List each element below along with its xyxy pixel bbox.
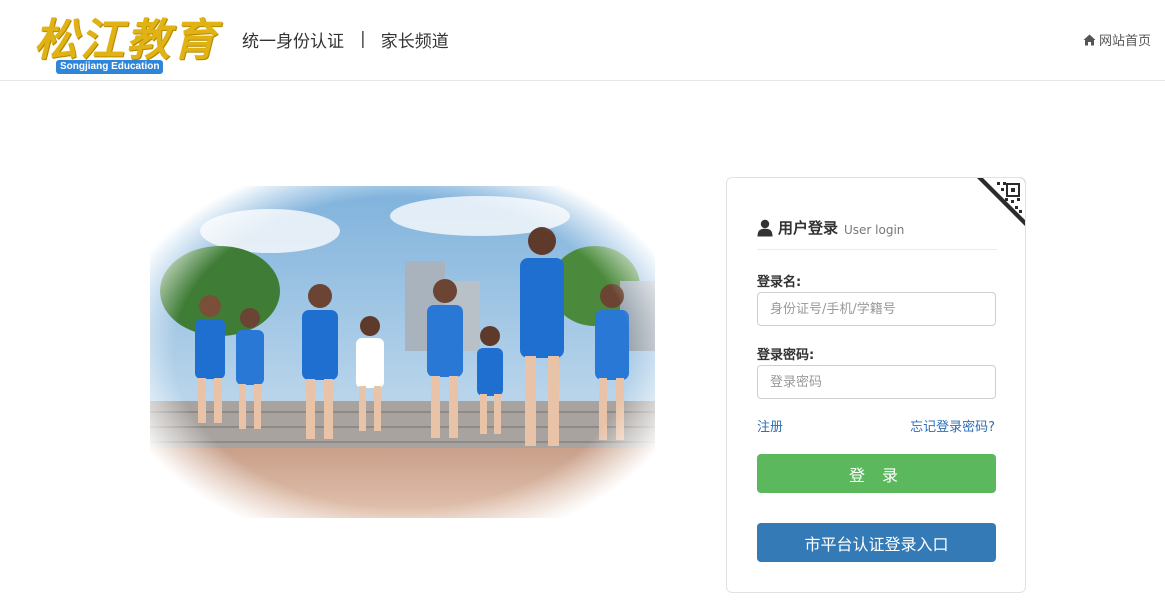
home-icon <box>1083 34 1096 45</box>
username-label: 登录名: <box>757 275 802 290</box>
site-header: 松江教育 Songjiang Education 统一身份认证 | 家长频道 网… <box>0 0 1165 81</box>
login-subtitle: User login <box>844 223 905 237</box>
username-input[interactable] <box>757 292 996 326</box>
logo-text-en: Songjiang Education <box>56 60 164 74</box>
login-card: 用户登录 User login 登录名: 登录密码: 注册 忘记登录密码? 登 … <box>726 177 1026 593</box>
login-button[interactable]: 登 录 <box>757 454 996 493</box>
register-link[interactable]: 注册 <box>757 416 783 435</box>
forgot-password-link[interactable]: 忘记登录密码? <box>910 416 995 435</box>
city-platform-login-button[interactable]: 市平台认证登录入口 <box>757 523 996 562</box>
nav-unified-auth[interactable]: 统一身份认证 <box>242 27 344 52</box>
user-icon <box>757 219 773 237</box>
password-label: 登录密码: <box>757 348 815 363</box>
home-link[interactable]: 网站首页 <box>1083 30 1151 49</box>
login-title: 用户登录 <box>778 219 839 237</box>
logo-text-cn: 松江教育 <box>34 15 218 66</box>
home-link-label: 网站首页 <box>1098 34 1151 49</box>
nav-parent-channel[interactable]: 家长频道 <box>381 27 449 52</box>
nav-separator: | <box>360 29 366 49</box>
password-input[interactable] <box>757 365 996 399</box>
site-logo[interactable]: 松江教育 Songjiang Education <box>30 4 216 76</box>
header-nav: 统一身份认证 | 家长频道 <box>242 26 449 52</box>
hero-photo <box>150 186 655 518</box>
login-header: 用户登录 User login <box>757 218 997 250</box>
